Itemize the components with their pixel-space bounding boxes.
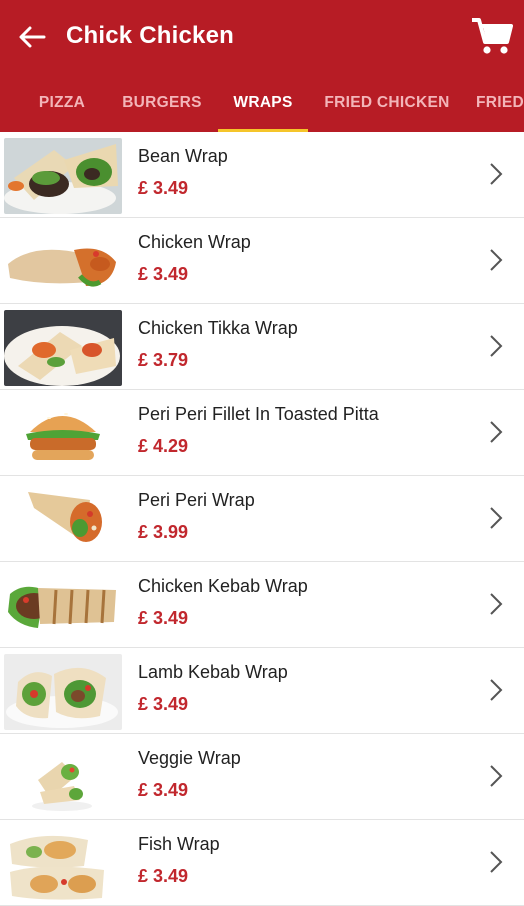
item-price: £ 3.79 [138, 350, 189, 370]
arrow-left-icon[interactable] [14, 22, 48, 52]
item-price: £ 4.29 [138, 436, 189, 456]
item-name: Bean Wrap [138, 146, 228, 166]
chevron-right-icon [490, 679, 503, 701]
peri-peri-fillet-image [4, 396, 122, 472]
item-name: Fish Wrap [138, 834, 220, 854]
page-title: Chick Chicken [66, 22, 234, 49]
item-name: Chicken Kebab Wrap [138, 576, 308, 596]
bean-wrap-image [4, 138, 122, 214]
item-name: Lamb Kebab Wrap [138, 662, 288, 682]
tab-burgers[interactable]: BURGERS [116, 78, 208, 132]
tab-wraps[interactable]: WRAPS [218, 78, 308, 132]
item-name: Veggie Wrap [138, 748, 241, 768]
chevron-right-icon [490, 163, 503, 185]
menu-item-peri-peri-wrap[interactable]: Peri Peri Wrap £ 3.99 [0, 476, 524, 562]
chicken-kebab-wrap-image [4, 568, 122, 644]
item-price: £ 3.49 [138, 866, 189, 886]
chicken-tikka-wrap-image [4, 310, 122, 386]
tab-fried[interactable]: FRIED [476, 78, 524, 132]
item-name: Peri Peri Wrap [138, 490, 255, 510]
peri-peri-wrap-image [4, 482, 122, 558]
menu-item-chicken-tikka-wrap[interactable]: Chicken Tikka Wrap £ 3.79 [0, 304, 524, 390]
lamb-kebab-wrap-image [4, 654, 122, 730]
item-name: Chicken Tikka Wrap [138, 318, 298, 338]
chevron-right-icon [490, 507, 503, 529]
shopping-cart-icon[interactable] [470, 14, 514, 58]
category-tabs: PIZZA BURGERS WRAPS FRIED CHICKEN FRIED [0, 78, 524, 132]
menu-item-bean-wrap[interactable]: Bean Wrap £ 3.49 [0, 132, 524, 218]
item-price: £ 3.49 [138, 694, 189, 714]
veggie-wrap-image [4, 740, 122, 816]
fish-wrap-image [4, 826, 122, 902]
chevron-right-icon [490, 249, 503, 271]
item-price: £ 3.49 [138, 608, 189, 628]
item-price: £ 3.49 [138, 264, 189, 284]
menu-item-peri-peri-fillet[interactable]: Peri Peri Fillet In Toasted Pitta £ 4.29 [0, 390, 524, 476]
item-name: Peri Peri Fillet In Toasted Pitta [138, 404, 379, 424]
menu-item-lamb-kebab-wrap[interactable]: Lamb Kebab Wrap £ 3.49 [0, 648, 524, 734]
menu-item-chicken-kebab-wrap[interactable]: Chicken Kebab Wrap £ 3.49 [0, 562, 524, 648]
menu-item-fish-wrap[interactable]: Fish Wrap £ 3.49 [0, 820, 524, 906]
chevron-right-icon [490, 851, 503, 873]
tab-fried-chicken[interactable]: FRIED CHICKEN [318, 78, 456, 132]
chicken-wrap-image [4, 224, 122, 300]
menu-item-veggie-wrap[interactable]: Veggie Wrap £ 3.49 [0, 734, 524, 820]
tab-pizza[interactable]: PIZZA [18, 78, 106, 132]
app-bar: Chick Chicken PIZZA BURGERS WRAPS FRIED … [0, 0, 524, 132]
menu-list: Bean Wrap £ 3.49 Chicken Wrap £ 3.49 Chi… [0, 132, 524, 906]
chevron-right-icon [490, 593, 503, 615]
chevron-right-icon [490, 765, 503, 787]
chevron-right-icon [490, 421, 503, 443]
item-price: £ 3.99 [138, 522, 189, 542]
item-name: Chicken Wrap [138, 232, 251, 252]
menu-item-chicken-wrap[interactable]: Chicken Wrap £ 3.49 [0, 218, 524, 304]
item-price: £ 3.49 [138, 178, 189, 198]
chevron-right-icon [490, 335, 503, 357]
item-price: £ 3.49 [138, 780, 189, 800]
